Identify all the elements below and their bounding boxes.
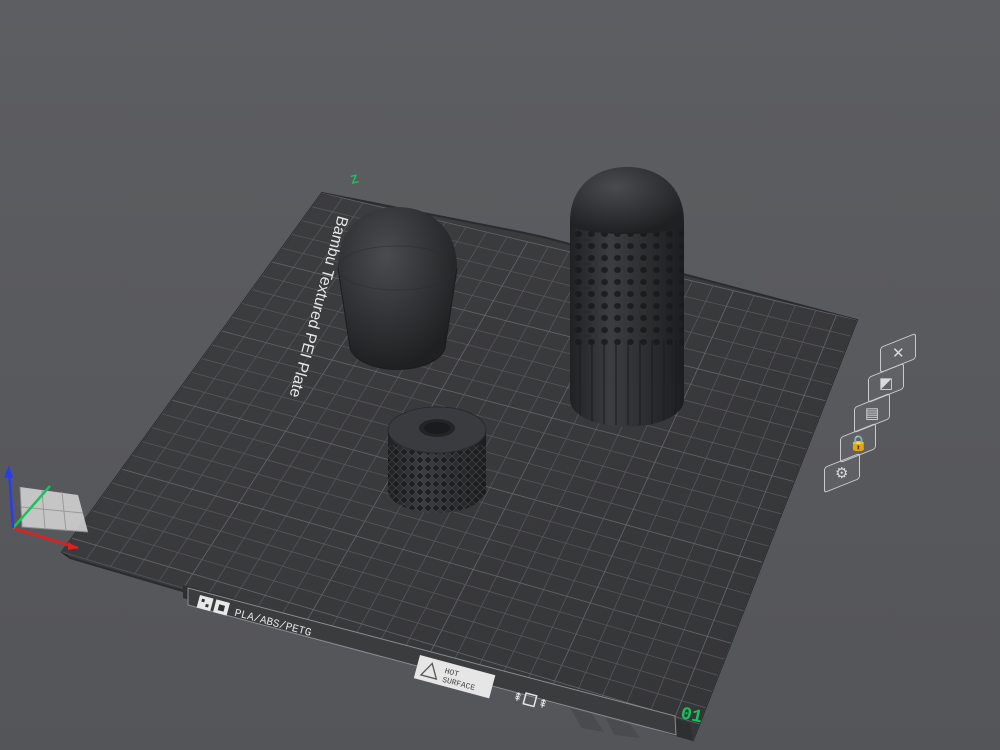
gear-icon: ⚙ xyxy=(835,464,849,482)
arrange-icon: ▤ xyxy=(864,404,880,422)
svg-text:⇞: ⇞ xyxy=(536,696,549,712)
lock-icon: 🔒 xyxy=(848,434,868,452)
svg-text:⇞: ⇞ xyxy=(511,689,524,705)
plate-axis-label: Z xyxy=(349,171,360,186)
object-dome-cap[interactable] xyxy=(337,207,458,370)
3d-viewport[interactable]: Bambu Textured PEI Plate Z PLA/ABS/PETG … xyxy=(0,0,1000,750)
close-icon: ✕ xyxy=(891,344,905,362)
auto-orient-icon: ◩ xyxy=(878,374,894,392)
object-knurled-nut[interactable] xyxy=(387,406,487,515)
object-dimpled-tube[interactable] xyxy=(570,167,684,427)
